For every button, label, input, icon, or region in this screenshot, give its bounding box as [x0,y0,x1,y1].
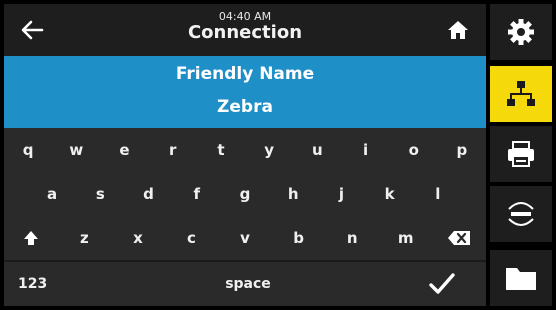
key-e[interactable]: e [100,128,148,172]
folder-icon [506,268,536,290]
done-key[interactable] [398,262,486,306]
keyboard-row-4: 123 space [4,262,486,306]
field-value[interactable]: Zebra [4,97,486,117]
key-a[interactable]: a [28,172,76,216]
key-t[interactable]: t [197,128,245,172]
shift-icon [23,231,38,245]
key-h[interactable]: h [269,172,317,216]
key-k[interactable]: k [366,172,414,216]
keyboard-row-3: z x c v b n m [4,216,486,260]
key-f[interactable]: f [173,172,221,216]
sidebar-item-print[interactable] [490,126,552,182]
key-l[interactable]: l [414,172,462,216]
key-d[interactable]: d [124,172,172,216]
key-x[interactable]: x [111,216,165,260]
key-r[interactable]: r [149,128,197,172]
onscreen-keyboard: q w e r t y u i o p a s d f g h j k l z … [4,128,486,306]
key-j[interactable]: j [317,172,365,216]
network-icon [507,81,535,106]
key-b[interactable]: b [272,216,326,260]
key-m[interactable]: m [379,216,433,260]
shift-key[interactable] [4,216,58,260]
key-c[interactable]: c [165,216,219,260]
key-w[interactable]: w [52,128,100,172]
key-g[interactable]: g [221,172,269,216]
sidebar [490,4,552,306]
top-bar: 04:40 AM Connection [4,4,486,56]
field-label: Friendly Name [175,64,315,84]
home-icon [448,21,468,39]
key-s[interactable]: s [76,172,124,216]
key-n[interactable]: n [325,216,379,260]
keyboard-row-1: q w e r t y u i o p [4,128,486,172]
keyboard-row-2: a s d f g h j k l [4,172,486,216]
friendly-name-field[interactable]: Friendly Name Zebra [4,56,486,128]
sidebar-item-settings[interactable] [490,4,552,60]
sensor-icon [508,202,534,226]
key-y[interactable]: y [245,128,293,172]
key-q[interactable]: q [4,128,52,172]
backspace-icon [448,231,471,245]
gear-icon [508,19,534,45]
space-key[interactable]: space [98,262,398,306]
sidebar-item-sensor[interactable] [490,186,552,242]
printer-icon [508,141,534,167]
key-v[interactable]: v [218,216,272,260]
main-panel: 04:40 AM Connection Friendly Name Zebra … [4,4,486,306]
backspace-key[interactable] [433,216,487,260]
key-o[interactable]: o [390,128,438,172]
numeric-key[interactable]: 123 [4,262,98,306]
key-p[interactable]: p [438,128,486,172]
checkmark-icon [429,273,455,294]
page-title: Connection [187,22,303,43]
key-z[interactable]: z [58,216,112,260]
key-u[interactable]: u [293,128,341,172]
printer-screen: 04:40 AM Connection Friendly Name Zebra … [0,0,556,310]
key-i[interactable]: i [341,128,389,172]
home-button[interactable] [438,12,478,48]
sidebar-item-storage[interactable] [490,250,552,306]
sidebar-item-connection[interactable] [490,66,552,122]
